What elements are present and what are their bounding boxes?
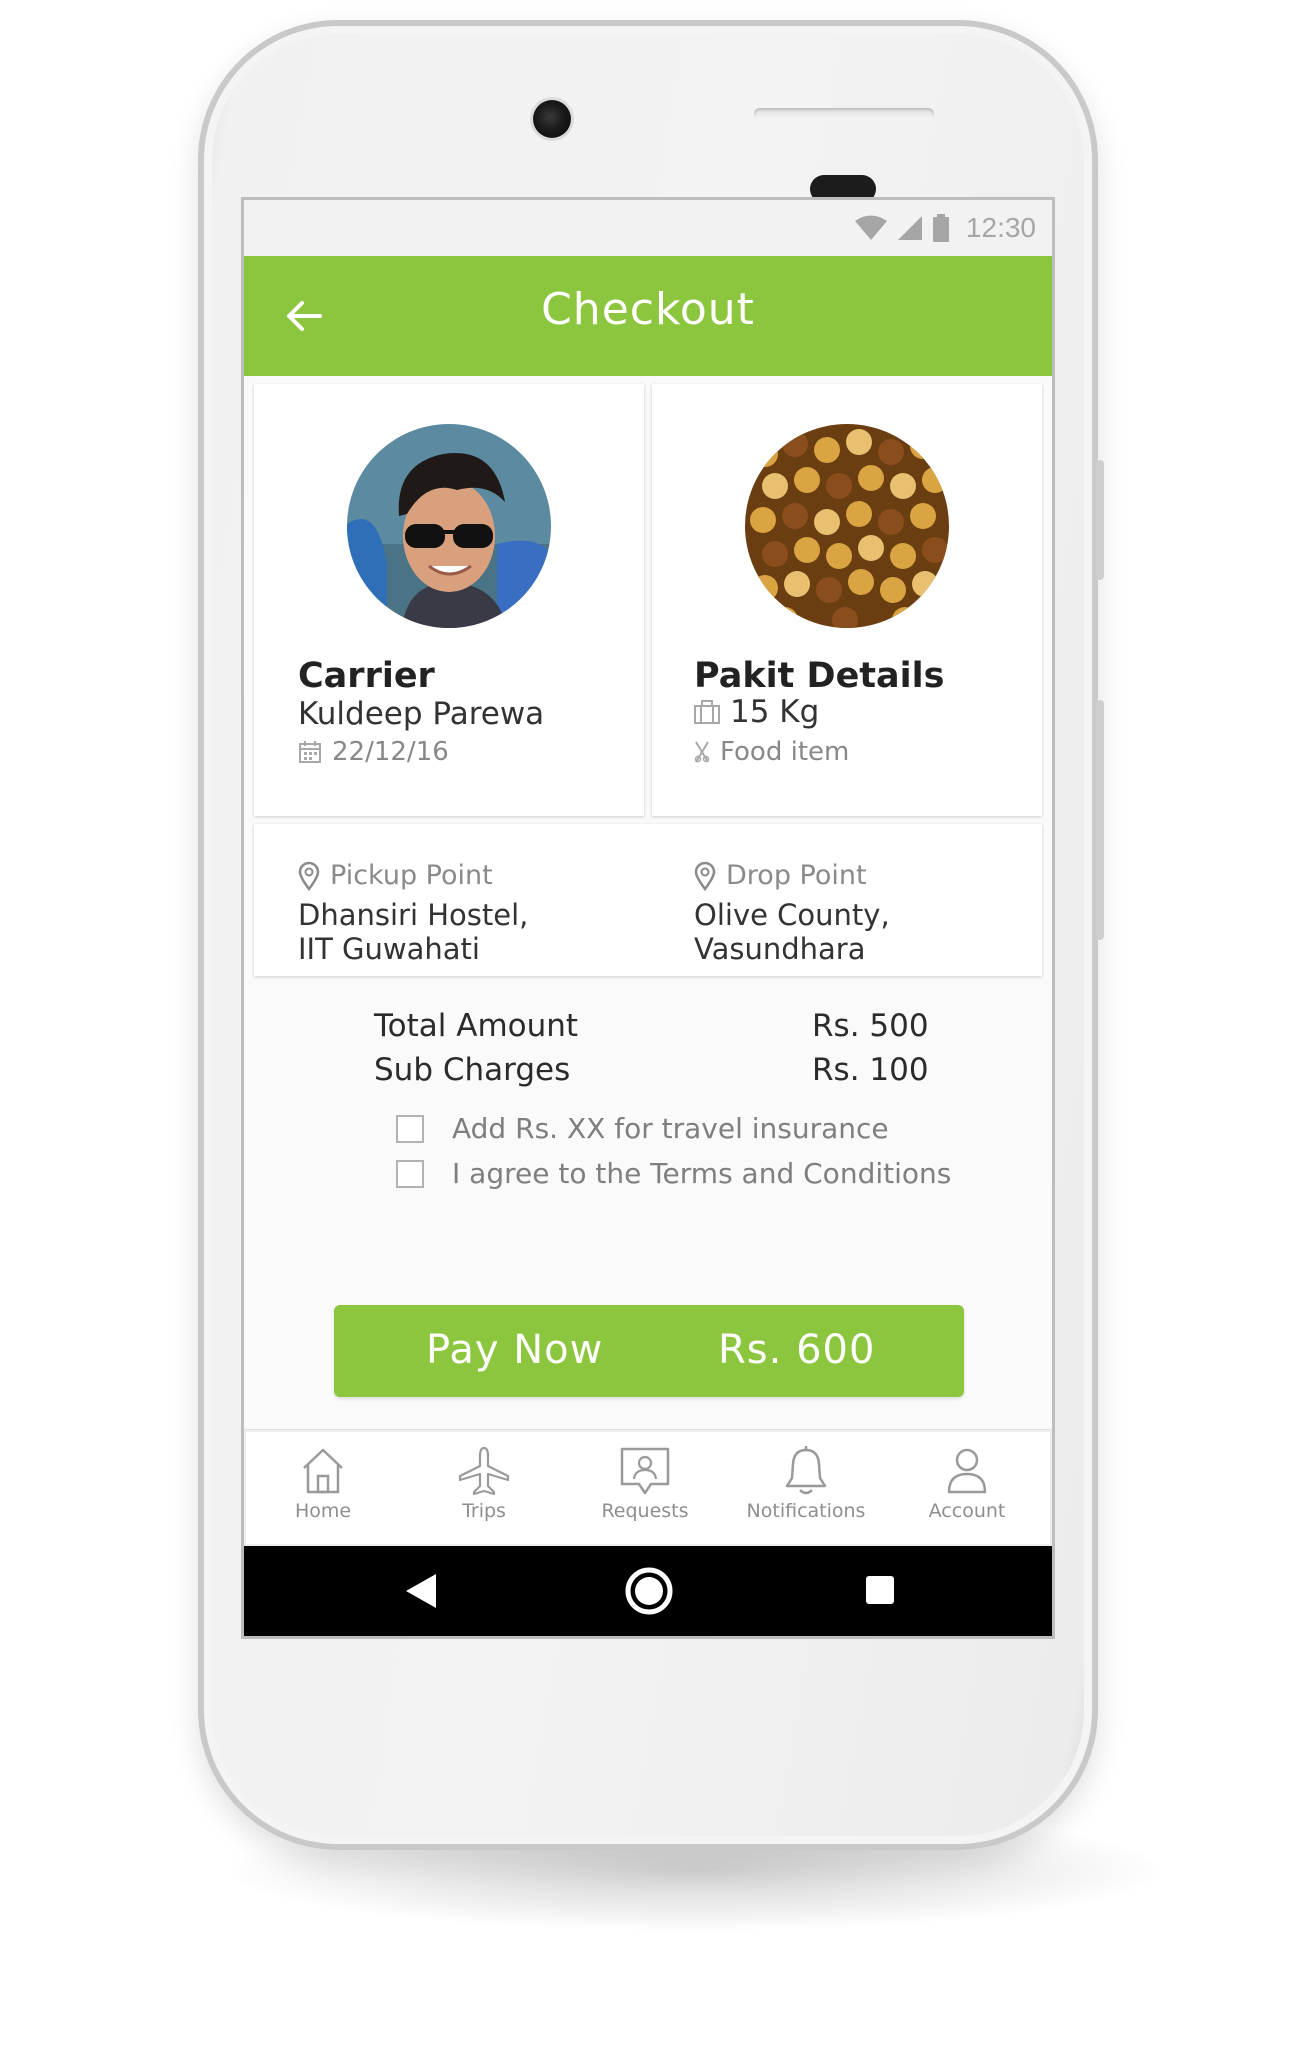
bell-icon [785, 1446, 827, 1495]
app-bar: Checkout [244, 256, 1052, 376]
nav-account[interactable]: Account [892, 1446, 1042, 1538]
page-title: Checkout [541, 284, 755, 335]
package-card[interactable]: Pakit Details 15 Kg Food item [652, 384, 1042, 816]
pay-now-button[interactable]: Pay Now Rs. 600 [334, 1305, 964, 1397]
suitcase-icon [694, 700, 720, 724]
pickup-address-line1: Dhansiri Hostel, [298, 898, 529, 932]
route-card: Pickup Point Dhansiri Hostel, IIT Guwaha… [254, 824, 1042, 976]
app-screen: 12:30 Checkout Carrier Kuldeep Parewa 22… [244, 200, 1052, 1636]
package-image [745, 424, 949, 628]
terms-option[interactable]: I agree to the Terms and Conditions [396, 1157, 951, 1190]
nav-requests[interactable]: Requests [570, 1446, 720, 1538]
proximity-sensor [810, 175, 876, 203]
drop-address-line2: Vasundhara [694, 932, 866, 966]
bottom-nav: Home Trips Requests Notifications Accoun… [244, 1430, 1052, 1546]
system-nav-bar [244, 1546, 1052, 1636]
pay-now-amount: Rs. 600 [718, 1327, 876, 1373]
package-weight-row: 15 Kg [694, 694, 819, 730]
battery-icon [932, 214, 949, 242]
status-bar: 12:30 [244, 200, 1052, 256]
drop-label: Drop Point [726, 860, 867, 891]
insurance-checkbox[interactable] [396, 1114, 424, 1143]
system-back-button[interactable] [404, 1572, 438, 1610]
cutlery-icon [694, 741, 710, 763]
drop-label-row: Drop Point [694, 860, 867, 891]
wifi-icon [854, 215, 887, 240]
pickup-address-line2: IIT Guwahati [298, 932, 480, 966]
package-heading: Pakit Details [694, 656, 945, 696]
carrier-card[interactable]: Carrier Kuldeep Parewa 22/12/16 [254, 384, 644, 816]
nav-trips[interactable]: Trips [409, 1446, 559, 1538]
insurance-label: Add Rs. XX for travel insurance [452, 1112, 889, 1145]
volume-button [1096, 460, 1104, 580]
pay-now-label: Pay Now [426, 1327, 604, 1373]
terms-checkbox[interactable] [396, 1159, 424, 1188]
carrier-avatar [347, 424, 551, 628]
home-icon [303, 1448, 343, 1494]
calendar-icon [299, 741, 321, 763]
package-category: Food item [720, 737, 850, 767]
total-amount-label: Total Amount [374, 1008, 579, 1044]
front-camera [533, 100, 571, 138]
earpiece-speaker [754, 108, 934, 120]
carrier-heading: Carrier [298, 656, 435, 696]
system-home-button[interactable] [624, 1566, 674, 1616]
terms-label: I agree to the Terms and Conditions [452, 1157, 952, 1190]
person-icon [947, 1448, 987, 1494]
pickup-label: Pickup Point [330, 860, 493, 891]
carrier-date: 22/12/16 [332, 737, 449, 767]
sub-charges-label: Sub Charges [374, 1052, 571, 1088]
carrier-name: Kuldeep Parewa [298, 696, 545, 732]
insurance-option[interactable]: Add Rs. XX for travel insurance [396, 1112, 889, 1145]
carrier-date-row: 22/12/16 [298, 737, 449, 767]
package-weight: 15 Kg [730, 694, 820, 730]
package-category-row: Food item [694, 737, 849, 767]
pickup-address: Dhansiri Hostel, IIT Guwahati [298, 898, 528, 966]
nav-requests-label: Requests [601, 1500, 689, 1522]
nav-home-label: Home [294, 1500, 352, 1522]
drop-address-line1: Olive County, [694, 898, 890, 932]
total-amount-value: Rs. 500 [812, 1008, 929, 1044]
airplane-icon [458, 1446, 510, 1496]
sub-charges-value: Rs. 100 [812, 1052, 929, 1088]
signal-icon [897, 216, 922, 240]
nav-notifications-label: Notifications [746, 1500, 866, 1522]
nav-account-label: Account [928, 1500, 1006, 1522]
nav-trips-label: Trips [462, 1500, 506, 1522]
nav-home[interactable]: Home [248, 1446, 398, 1538]
power-button [1096, 700, 1104, 940]
nav-notifications[interactable]: Notifications [731, 1446, 881, 1538]
system-recents-button[interactable] [864, 1574, 896, 1606]
pickup-label-row: Pickup Point [298, 860, 493, 891]
requests-icon [620, 1447, 670, 1495]
status-time: 12:30 [965, 212, 1036, 243]
drop-address: Olive County, Vasundhara [694, 898, 890, 966]
location-pin-icon [694, 861, 716, 891]
location-pin-icon [298, 861, 320, 891]
